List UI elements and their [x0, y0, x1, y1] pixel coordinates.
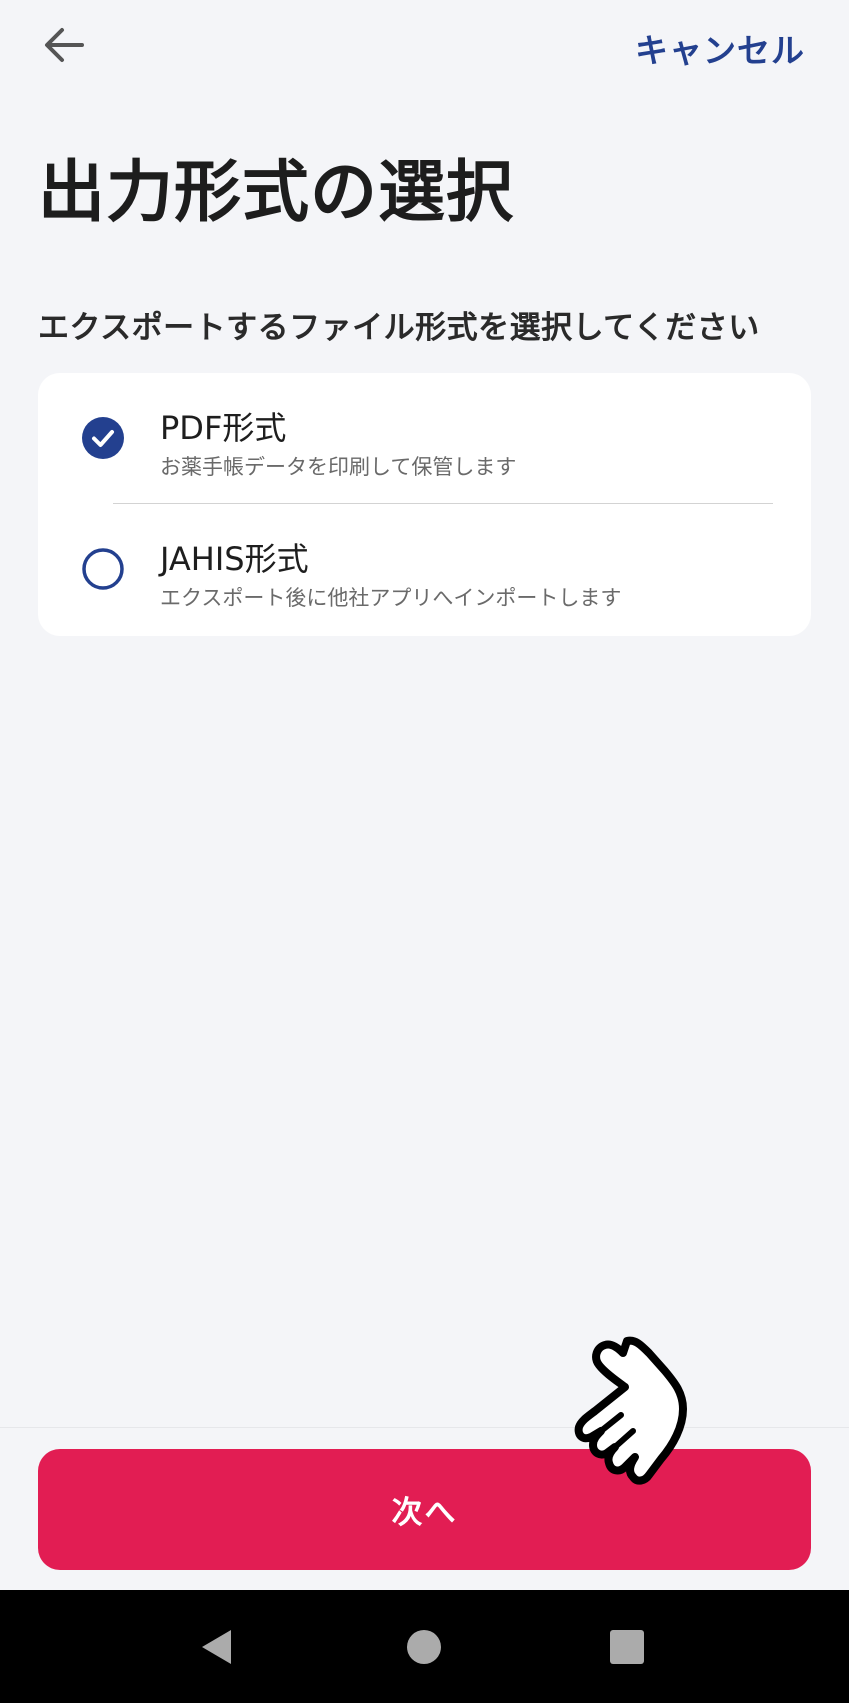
screen: キャンセル 出力形式の選択 エクスポートするファイル形式を選択してください PD… [0, 0, 849, 1590]
square-recents-icon [610, 1629, 644, 1664]
page-title: 出力形式の選択 [38, 153, 514, 231]
arrow-left-icon [45, 28, 84, 62]
nav-back-button[interactable] [157, 1590, 277, 1703]
option-pdf-description: お薬手帳データを印刷して保管します [160, 455, 517, 479]
header: キャンセル [0, 0, 849, 100]
option-jahis[interactable]: JAHIS形式 エクスポート後に他社アプリへインポートします [38, 504, 811, 635]
cancel-button[interactable]: キャンセル [635, 24, 805, 72]
circle-home-icon [407, 1629, 441, 1664]
nav-recents-button[interactable] [567, 1590, 687, 1703]
option-pdf-title: PDF形式 [160, 409, 287, 447]
option-pdf[interactable]: PDF形式 お薬手帳データを印刷して保管します [38, 373, 811, 504]
triangle-back-icon [202, 1629, 231, 1664]
option-jahis-description: エクスポート後に他社アプリへインポートします [160, 586, 622, 610]
instruction-text: エクスポートするファイル形式を選択してください [38, 310, 760, 346]
back-button[interactable] [36, 20, 92, 70]
radio-unchecked-icon[interactable] [82, 548, 124, 590]
radio-checked-icon[interactable] [82, 417, 124, 459]
format-options-card: PDF形式 お薬手帳データを印刷して保管します JAHIS形式 エクスポート後に… [38, 373, 811, 636]
system-navigation-bar [0, 1590, 849, 1703]
next-button[interactable]: 次へ [38, 1449, 811, 1570]
bottom-separator [0, 1427, 849, 1428]
nav-home-button[interactable] [364, 1590, 484, 1703]
option-jahis-title: JAHIS形式 [160, 540, 309, 578]
